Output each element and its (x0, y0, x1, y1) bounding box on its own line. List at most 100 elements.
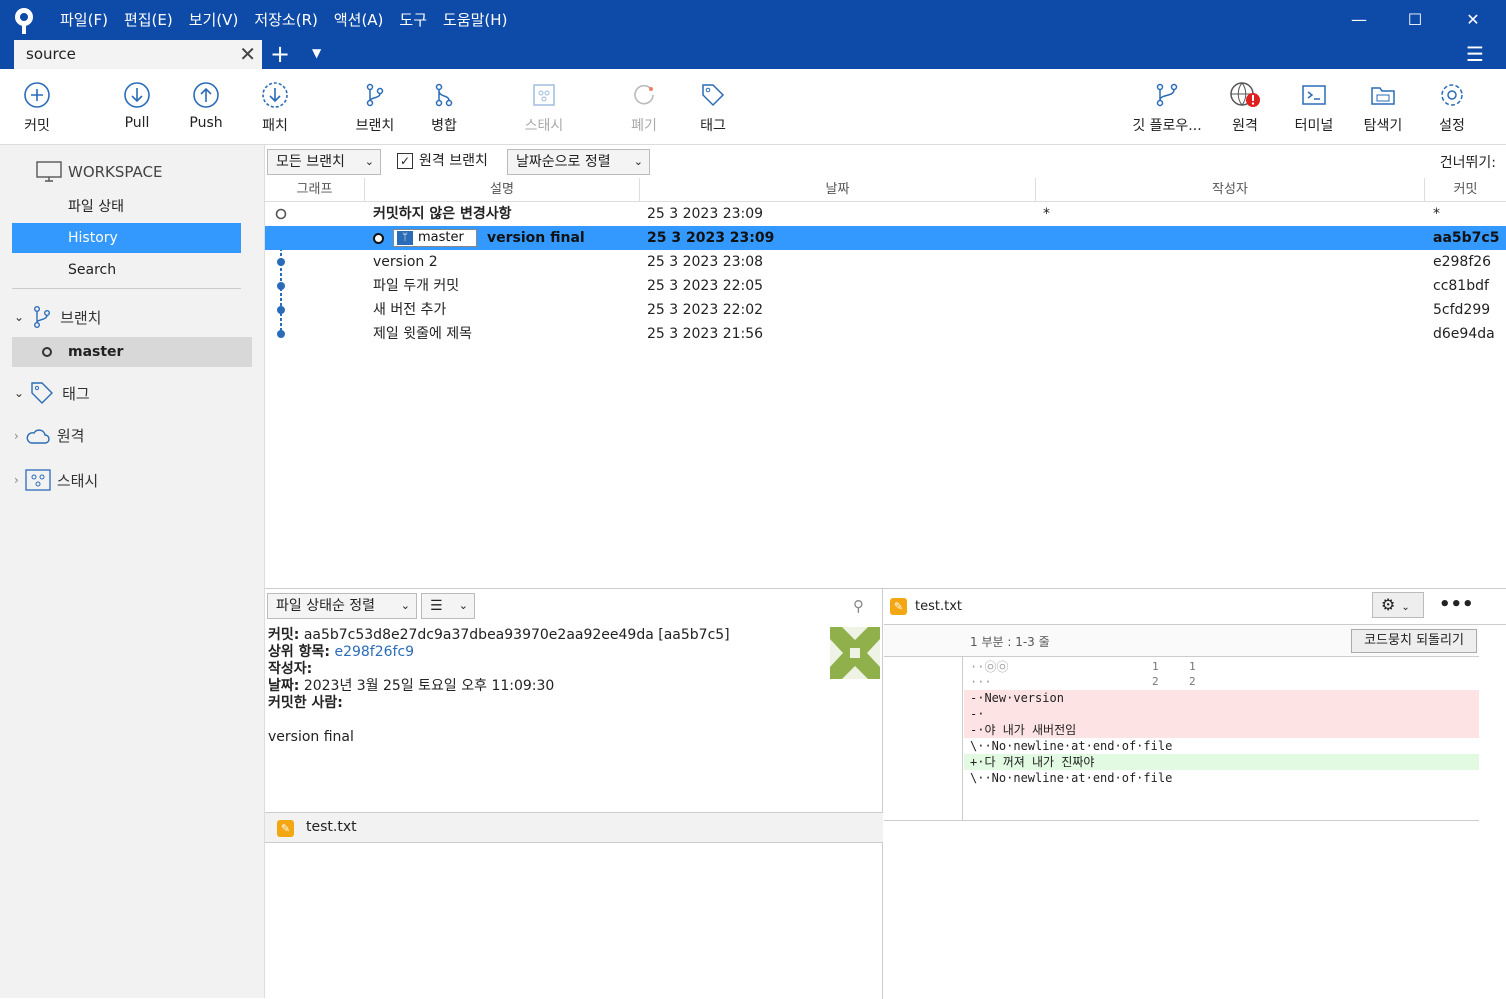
tag-icon (702, 84, 725, 107)
discard-button[interactable]: 폐기 (619, 81, 669, 135)
commit-row-selected[interactable]: ᛘ master version final 25 3 2023 23:09 a… (265, 226, 1506, 250)
menu-actions[interactable]: 액션(A) (326, 9, 392, 31)
remotes-header[interactable]: › 원격 (14, 425, 84, 446)
arrow-up-circle-icon (193, 82, 219, 108)
remote-branches-checkbox[interactable]: ✓ (397, 153, 413, 169)
menu-file[interactable]: 파일(F) (52, 9, 116, 31)
menu-bar: 파일(F) 편집(E) 보기(V) 저장소(R) 액션(A) 도구 도움말(H) (52, 9, 515, 31)
globe-alert-icon (1230, 82, 1260, 107)
diff-options-button[interactable]: ⚙ ⌄ (1372, 592, 1424, 618)
git-flow-button[interactable]: 깃 플로우... (1122, 81, 1212, 135)
diff-line-removed: -·New·version (964, 690, 1479, 706)
sidebar-item-history[interactable]: History (12, 223, 241, 253)
close-window-button[interactable]: ✕ (1458, 8, 1488, 32)
col-description[interactable]: 설명 (365, 178, 640, 202)
avatar (830, 627, 880, 679)
app-logo-icon (12, 7, 36, 34)
chevron-down-icon: ⌄ (1401, 602, 1410, 613)
gear-icon (1441, 84, 1463, 106)
menu-repository[interactable]: 저장소(R) (246, 9, 326, 31)
new-tab-button[interactable]: + (270, 40, 290, 68)
head-marker-icon (373, 233, 384, 244)
bottom-panel: 파일 상태순 정렬 ⌄ ☰ ⌄ ⚲ 커밋: aa5b7c53d8e27dc9a37d… (265, 588, 1506, 999)
remote-button[interactable]: 원격 (1220, 81, 1270, 135)
diff-line: ··· (970, 675, 992, 689)
close-tab-icon[interactable]: ✕ (239, 40, 256, 69)
merge-button[interactable]: 병합 (419, 81, 469, 135)
gear-icon: ⚙ (1381, 595, 1396, 614)
hamburger-menu-icon[interactable]: ☰ (1466, 42, 1484, 66)
terminal-icon (1302, 85, 1326, 105)
stash-button[interactable]: 스태시 (514, 81, 574, 135)
chevron-right-icon: › (14, 428, 19, 443)
commit-row[interactable]: 제일 윗줄에 제목 25 3 2023 21:56 d6e94da (265, 322, 1506, 346)
terminal-button[interactable]: 터미널 (1289, 81, 1339, 135)
col-date[interactable]: 날짜 (640, 178, 1036, 202)
stash-icon (533, 84, 555, 106)
branch-icon (34, 306, 51, 329)
minimize-button[interactable]: — (1344, 8, 1374, 32)
folder-icon (1371, 87, 1395, 105)
diff-line: \··No·newline·at·end·of·file (970, 771, 1173, 785)
jump-to-label: 건너뛰기: (1439, 155, 1496, 171)
changed-file-row[interactable]: ✎ test.txt (265, 812, 883, 843)
parent-commit-link[interactable]: e298f26fc9 (334, 644, 414, 660)
commit-row[interactable]: version 2 25 3 2023 23:08 e298f26 (265, 250, 1506, 274)
discard-icon (634, 84, 654, 105)
tag-icon (31, 382, 54, 404)
plus-circle-icon (24, 82, 50, 108)
explorer-button[interactable]: 탐색기 (1358, 81, 1408, 135)
more-options-icon[interactable]: ••• (1439, 594, 1474, 615)
menu-view[interactable]: 보기(V) (181, 9, 247, 31)
file-sort-dropdown[interactable]: 파일 상태순 정렬 ⌄ (267, 593, 417, 619)
cloud-icon (26, 428, 50, 444)
col-author[interactable]: 작성자 (1036, 178, 1425, 202)
col-commit[interactable]: 커밋 (1425, 178, 1506, 202)
diff-line: \··No·newline·at·end·of·file (970, 739, 1173, 753)
menu-tools[interactable]: 도구 (391, 9, 435, 31)
tab-list-dropdown-icon[interactable]: ▼ (312, 46, 321, 60)
menu-help[interactable]: 도움말(H) (435, 9, 515, 31)
modified-file-icon: ✎ (277, 820, 294, 837)
commit-row[interactable]: 커밋하지 않은 변경사항 25 3 2023 23:09 * * (265, 202, 1506, 226)
push-button[interactable]: Push (181, 81, 231, 131)
sidebar-item-file-status[interactable]: 파일 상태 (12, 192, 241, 222)
pull-button[interactable]: Pull (112, 81, 162, 131)
diff-line: ··㉧㉧ (970, 660, 1009, 674)
commit-info: 커밋: aa5b7c53d8e27dc9a37dbea93970e2aa92ee… (268, 627, 730, 745)
sidebar-item-search[interactable]: Search (12, 255, 241, 285)
commit-row[interactable]: 파일 두개 커밋 25 3 2023 22:05 cc81bdf (265, 274, 1506, 298)
history-panel: 모든 브랜치 ⌄ ✓ 원격 브랜치 날짜순으로 정렬 ⌄ 건너뛰기: 그래프 설명 … (265, 145, 1506, 588)
branch-label-master[interactable]: ᛘ master (393, 229, 477, 247)
diff-line-added: +·다 꺼져 내가 진짜야 (964, 754, 1479, 770)
merge-icon (435, 83, 453, 107)
col-graph[interactable]: 그래프 (265, 178, 365, 202)
title-bar: 파일(F) 편집(E) 보기(V) 저장소(R) 액션(A) 도구 도움말(H)… (0, 0, 1506, 69)
menu-edit[interactable]: 편집(E) (116, 9, 181, 31)
maximize-button[interactable]: ☐ (1400, 8, 1430, 32)
branch-button[interactable]: 브랜치 (350, 81, 400, 135)
view-mode-dropdown[interactable]: ☰ ⌄ (421, 593, 475, 619)
diff-line-removed: -· (964, 706, 1479, 722)
commit-row[interactable]: 새 버전 추가 25 3 2023 22:02 5cfd299 (265, 298, 1506, 322)
tags-header[interactable]: ⌄ 태그 (14, 381, 90, 405)
tag-button[interactable]: 태그 (688, 81, 738, 135)
settings-button[interactable]: 설정 (1427, 81, 1477, 135)
remote-branches-label: 원격 브랜치 (419, 153, 488, 169)
patch-button[interactable]: 패치 (250, 81, 300, 135)
branch-icon (366, 83, 384, 107)
commit-button[interactable]: 커밋 (12, 81, 62, 135)
column-headers: 그래프 설명 날짜 작성자 커밋 (265, 178, 1506, 202)
search-icon[interactable]: ⚲ (853, 597, 864, 615)
revert-hunk-button[interactable]: 코드뭉치 되돌리기 (1351, 629, 1477, 653)
branch-filter-dropdown[interactable]: 모든 브랜치 ⌄ (267, 149, 381, 175)
sidebar-branch-master[interactable]: master (12, 337, 252, 367)
gutter-divider (962, 657, 963, 821)
stashes-header[interactable]: › 스태시 (14, 469, 98, 491)
chevron-down-icon: ⌄ (458, 599, 468, 612)
list-icon: ☰ (430, 598, 443, 614)
sort-dropdown[interactable]: 날짜순으로 정렬 ⌄ (507, 149, 650, 175)
tab-source[interactable]: source ✕ (14, 40, 262, 69)
hunk-bottom-divider (884, 820, 1479, 821)
branches-header[interactable]: ⌄ 브랜치 (14, 305, 101, 329)
